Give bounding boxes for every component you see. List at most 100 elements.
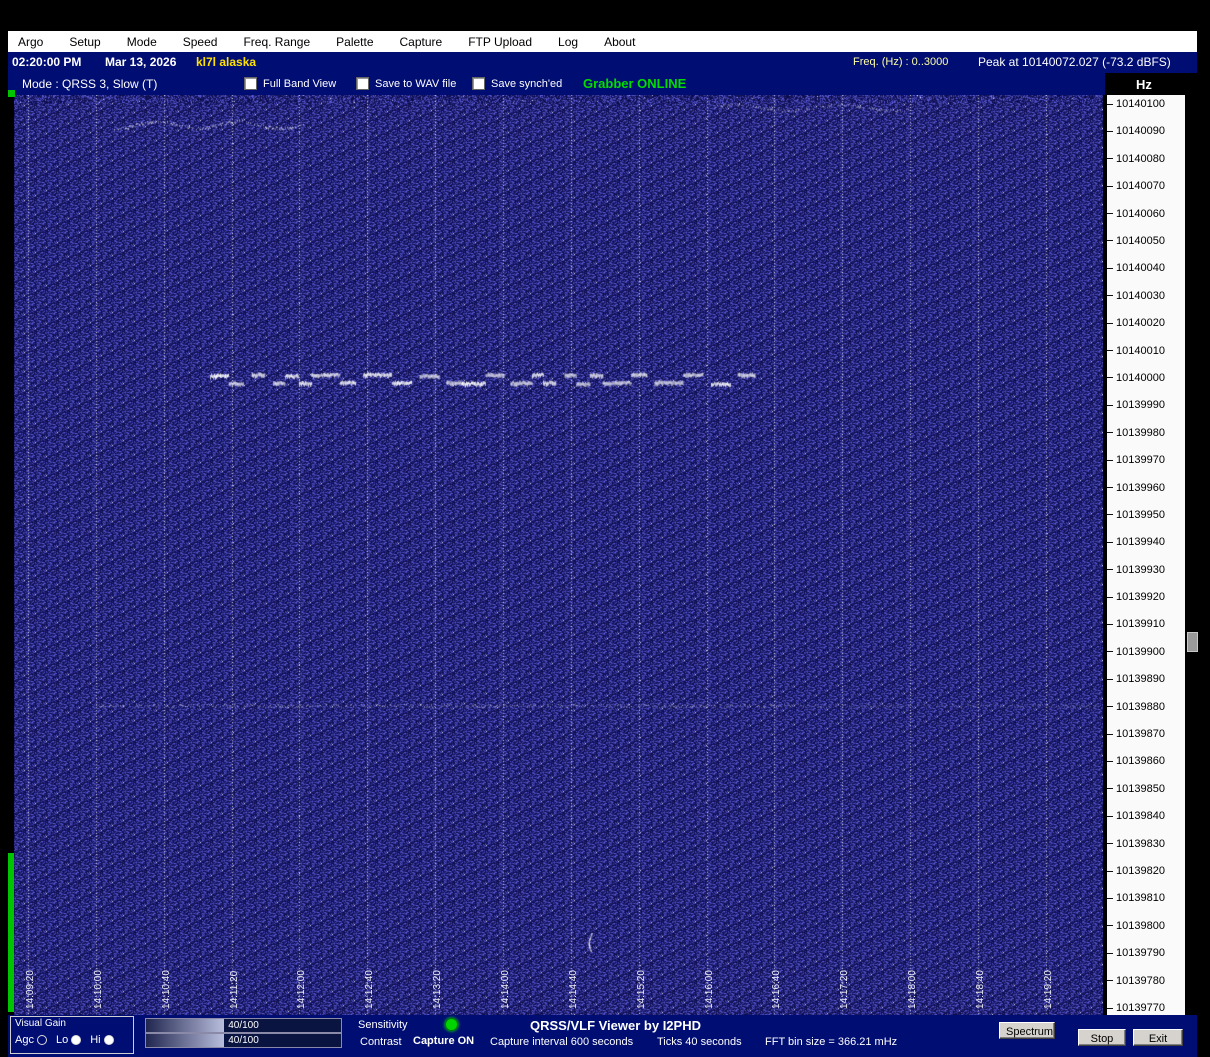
time-tick-label: 14:18:00 [907, 970, 919, 1009]
visual-gain-radio[interactable]: Agc [15, 1034, 47, 1046]
frequency-tick-label: 10139980 [1116, 426, 1165, 439]
frequency-tick-label: 10139840 [1116, 810, 1165, 823]
checkbox-label: Save synch'ed [491, 77, 563, 90]
radio-icon[interactable] [36, 1035, 47, 1045]
menu-item[interactable]: Log [558, 35, 578, 49]
frequency-row: 10139870 [1107, 727, 1165, 741]
time-tick-label: 14:11:20 [228, 970, 240, 1009]
frequency-row: 10139980 [1107, 426, 1165, 440]
checkbox-label: Full Band View [263, 77, 337, 90]
frequency-tick-label: 10139900 [1116, 645, 1165, 658]
radio-label: Hi [90, 1034, 101, 1046]
tick-mark [1107, 350, 1113, 352]
frequency-scale: 10140100 10140090 10140080 10140070 1014… [1107, 95, 1185, 1015]
tick-mark [1107, 295, 1113, 297]
checkbox-label: Save to WAV file [375, 77, 457, 90]
menu-item[interactable]: Mode [127, 35, 157, 49]
tick-mark [1107, 843, 1113, 845]
radio-icon[interactable] [103, 1035, 114, 1045]
tick-mark [1107, 897, 1113, 899]
frequency-row: 10139900 [1107, 645, 1165, 659]
frequency-tick-label: 10139920 [1116, 591, 1165, 604]
tick-mark [1107, 925, 1113, 927]
tick-mark [1107, 103, 1113, 105]
visual-gain-radio[interactable]: Lo [56, 1034, 82, 1046]
frequency-row: 10139920 [1107, 590, 1165, 604]
frequency-tick-label: 10140070 [1116, 180, 1165, 193]
radio-label: Agc [15, 1034, 34, 1046]
tick-mark [1107, 322, 1113, 324]
frequency-tick-label: 10139770 [1116, 1002, 1165, 1014]
frequency-tick-label: 10139940 [1116, 536, 1165, 549]
contrast-slider[interactable]: 40/100 [145, 1033, 342, 1048]
frequency-scrollbar-thumb[interactable] [1187, 632, 1198, 652]
save-to-wav-checkbox[interactable]: Save to WAV file [356, 77, 456, 90]
frequency-row: 10139800 [1107, 919, 1165, 933]
frequency-tick-label: 10140060 [1116, 207, 1165, 220]
mode-bar: Mode : QRSS 3, Slow (T) Full Band View S… [8, 73, 1197, 95]
frequency-row: 10140090 [1107, 124, 1165, 138]
frequency-row: 10139990 [1107, 398, 1165, 412]
frequency-row: 10139890 [1107, 672, 1165, 686]
checkbox-icon[interactable] [356, 77, 369, 90]
time-tick-label: 14:14:40 [567, 970, 579, 1009]
sensitivity-slider[interactable]: 40/100 [145, 1018, 342, 1033]
menu-item[interactable]: Palette [336, 35, 373, 49]
sensitivity-value: 40/100 [228, 1020, 259, 1031]
menu-item[interactable]: Freq. Range [243, 35, 310, 49]
tick-mark [1107, 541, 1113, 543]
tick-mark [1107, 487, 1113, 489]
tick-mark [1107, 952, 1113, 954]
menu-item[interactable]: About [604, 35, 635, 49]
stop-button[interactable]: Stop [1078, 1029, 1126, 1046]
menu-item[interactable]: Argo [18, 35, 43, 49]
menu-item[interactable]: FTP Upload [468, 35, 532, 49]
waterfall-display: 14:09:20 14:10:00 14:10:40 14:11:20 14:12:00… [14, 95, 1103, 1015]
spectrum-button[interactable]: Spectrum [999, 1022, 1055, 1039]
radio-icon[interactable] [71, 1035, 82, 1045]
menu-item[interactable]: Setup [69, 35, 100, 49]
frequency-tick-label: 10139800 [1116, 919, 1165, 932]
frequency-row: 10139860 [1107, 754, 1165, 768]
frequency-tick-label: 10139910 [1116, 618, 1165, 631]
exit-button[interactable]: Exit [1133, 1029, 1183, 1046]
capture-led-icon [445, 1018, 458, 1031]
grabber-online-status: Grabber ONLINE [583, 76, 687, 91]
frequency-row: 10140100 [1107, 97, 1165, 111]
app-title: QRSS/VLF Viewer by I2PHD [530, 1018, 701, 1033]
visual-gain-radio[interactable]: Hi [90, 1034, 114, 1046]
frequency-tick-label: 10140010 [1116, 344, 1165, 357]
time-tick-label: 14:14:00 [499, 970, 511, 1009]
save-synched-checkbox[interactable]: Save synch'ed [472, 77, 562, 90]
time-tick-label: 14:16:00 [703, 970, 715, 1009]
menu-item[interactable]: Capture [400, 35, 443, 49]
tick-mark [1107, 213, 1113, 215]
menu-bar: Argo Setup Mode Speed Freq. Range Palette Capt… [8, 31, 1197, 52]
checkbox-icon[interactable] [244, 77, 257, 90]
frequency-tick-label: 10139790 [1116, 947, 1165, 960]
capture-interval-label: Capture interval 600 seconds [490, 1036, 634, 1048]
tick-mark [1107, 980, 1113, 982]
tick-mark [1107, 651, 1113, 653]
frequency-row: 10140040 [1107, 261, 1165, 275]
time-tick-label: 14:09:20 [25, 970, 36, 1009]
waterfall-canvas [14, 95, 1103, 1015]
checkbox-icon[interactable] [472, 77, 485, 90]
frequency-row: 10139790 [1107, 946, 1165, 960]
frequency-row: 10139910 [1107, 617, 1165, 631]
visual-gain-group: Visual Gain Agc Lo Hi [10, 1016, 134, 1054]
mode-strip: Mode : QRSS 3, Slow (T) Full Band View S… [8, 73, 1105, 95]
frequency-row: 10139810 [1107, 891, 1165, 905]
clock-time: 02:20:00 PM [12, 55, 82, 69]
time-tick-label: 14:15:20 [635, 970, 647, 1009]
status-bar: Visual Gain Agc Lo Hi 40/100 40/100 Sens… [8, 1015, 1197, 1057]
frequency-tick-label: 10139830 [1116, 837, 1165, 850]
menu-item[interactable]: Speed [183, 35, 218, 49]
time-tick-label: 14:13:20 [432, 970, 444, 1009]
tick-mark [1107, 870, 1113, 872]
frequency-tick-label: 10139880 [1116, 700, 1165, 713]
frequency-tick-label: 10139850 [1116, 782, 1165, 795]
full-band-view-checkbox[interactable]: Full Band View [244, 77, 336, 90]
time-tick-label: 14:12:40 [364, 970, 376, 1009]
frequency-tick-label: 10140100 [1116, 98, 1165, 110]
